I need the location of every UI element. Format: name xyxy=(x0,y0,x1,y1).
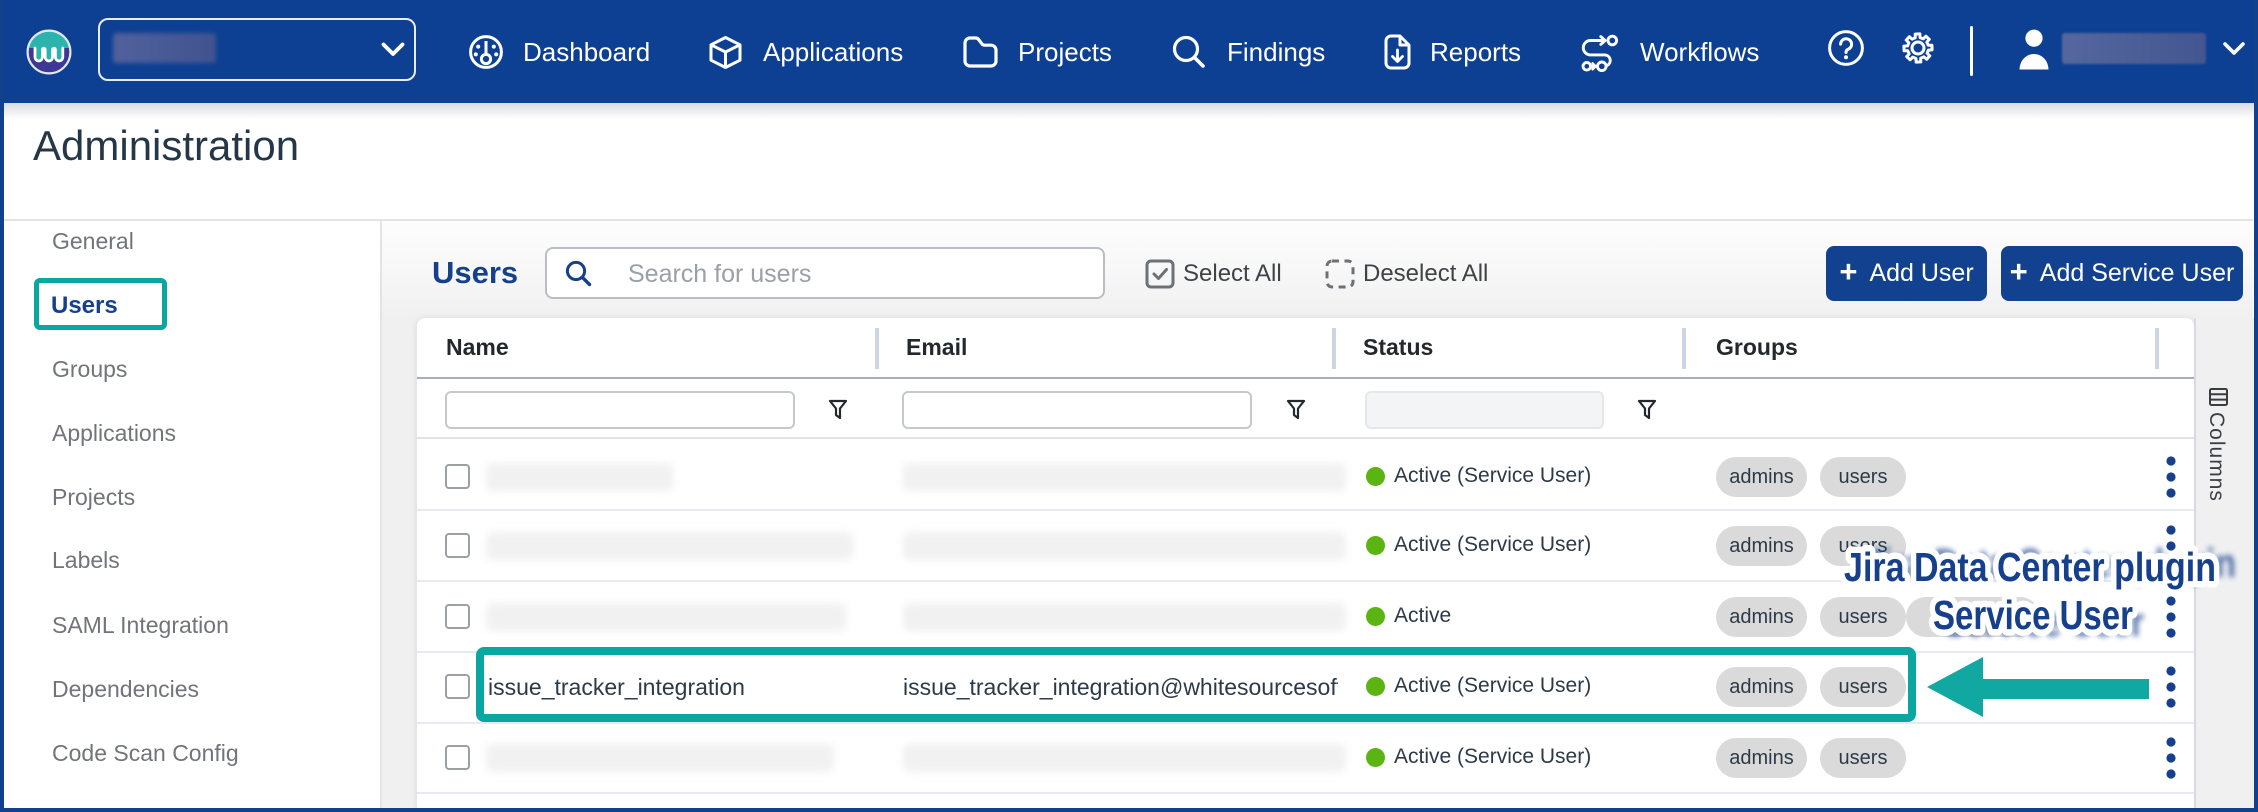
svg-text:Service User: Service User xyxy=(1933,592,2133,638)
svg-text:Jira Data Center plugin: Jira Data Center plugin xyxy=(1844,544,2216,590)
